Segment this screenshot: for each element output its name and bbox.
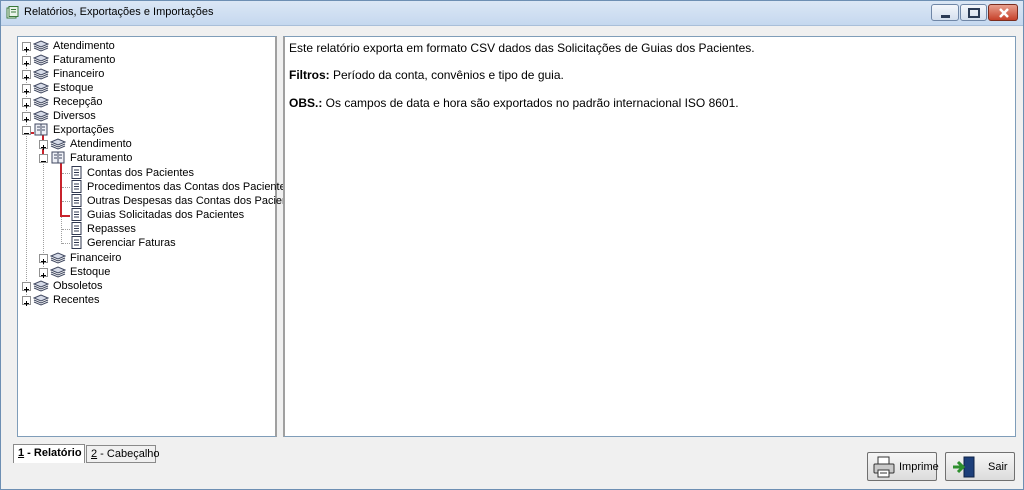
- close-icon: [999, 8, 1009, 18]
- expand-icon[interactable]: [22, 282, 31, 292]
- document-icon: [71, 180, 82, 193]
- tree-line: [62, 201, 70, 202]
- books-icon: [33, 96, 49, 108]
- tree-line: [62, 173, 70, 174]
- document-icon: [71, 222, 82, 235]
- tree-line: [62, 243, 70, 244]
- obs-text: OBS.: Os campos de data e hora são expor…: [289, 96, 739, 110]
- document-icon: [71, 166, 82, 179]
- open-book-icon: [51, 151, 65, 164]
- open-book-icon: [34, 123, 48, 136]
- document-icon: [71, 208, 82, 221]
- expand-icon[interactable]: [22, 70, 31, 80]
- minimize-icon: [941, 15, 950, 18]
- books-icon: [50, 266, 66, 278]
- exit-door-icon: [953, 456, 975, 478]
- window-title: Relatórios, Exportações e Importações: [24, 6, 214, 18]
- selection-path-line: [60, 215, 70, 217]
- tree-line: [62, 187, 70, 188]
- report-tree[interactable]: Atendimento Faturamento Financeiro Estoq…: [17, 36, 303, 437]
- expand-icon[interactable]: [22, 98, 31, 108]
- printer-icon: [873, 456, 895, 478]
- close-button[interactable]: [988, 4, 1018, 21]
- books-icon: [50, 138, 66, 150]
- expand-icon[interactable]: [22, 296, 31, 306]
- tree-line: [62, 229, 70, 230]
- expand-icon[interactable]: [22, 42, 31, 52]
- maximize-button[interactable]: [960, 4, 987, 21]
- document-icon: [71, 236, 82, 249]
- tab-relatorio[interactable]: 1 - Relatório: [13, 444, 85, 463]
- exit-button[interactable]: Sair: [945, 452, 1015, 481]
- report-description-panel: Este relatório exporta em formato CSV da…: [283, 36, 1016, 437]
- books-icon: [33, 68, 49, 80]
- app-icon: [6, 6, 19, 19]
- books-icon: [33, 110, 49, 122]
- maximize-icon: [968, 8, 980, 18]
- document-icon: [71, 194, 82, 207]
- books-icon: [33, 54, 49, 66]
- books-icon: [33, 40, 49, 52]
- expand-icon[interactable]: [22, 56, 31, 66]
- expand-icon[interactable]: [22, 112, 31, 122]
- expand-icon[interactable]: [39, 268, 48, 278]
- title-bar[interactable]: Relatórios, Exportações e Importações: [1, 1, 1023, 26]
- description-text: Este relatório exporta em formato CSV da…: [289, 41, 755, 55]
- expand-icon[interactable]: [22, 84, 31, 94]
- collapse-icon[interactable]: [22, 126, 31, 135]
- books-icon: [33, 82, 49, 94]
- print-button[interactable]: Imprime: [867, 452, 939, 481]
- filters-text: Filtros: Período da conta, convênios e t…: [289, 68, 564, 82]
- collapse-icon[interactable]: [39, 154, 48, 163]
- main-window: Relatórios, Exportações e Importações At…: [0, 0, 1024, 490]
- expand-icon[interactable]: [39, 254, 48, 264]
- books-icon: [50, 252, 66, 264]
- expand-icon[interactable]: [39, 140, 48, 150]
- minimize-button[interactable]: [931, 4, 959, 21]
- books-icon: [33, 294, 49, 306]
- selection-path-line: [60, 161, 62, 217]
- tab-cabecalho[interactable]: 2 - Cabeçalho: [86, 445, 160, 463]
- books-icon: [33, 280, 49, 292]
